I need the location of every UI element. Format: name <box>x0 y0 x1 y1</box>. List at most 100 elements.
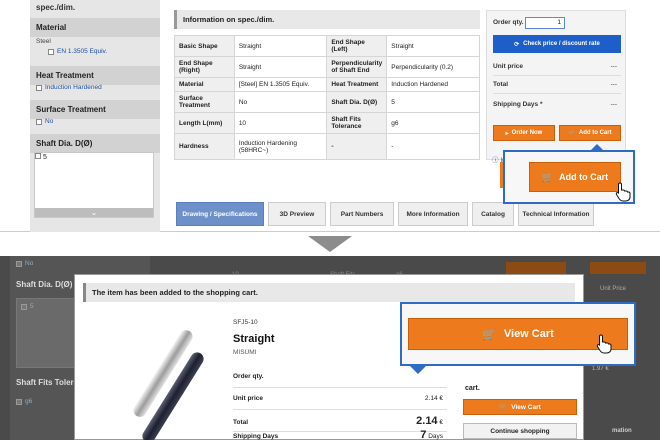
order-now-label: Order Now <box>511 130 543 136</box>
dimmed-option-label: g6 <box>25 398 33 405</box>
tab-more-information[interactable]: More Information <box>398 202 468 226</box>
filter-option-heat[interactable]: Induction Hardened <box>36 84 102 91</box>
shipping-days-value: 7 Days <box>420 429 443 440</box>
tab-part-numbers[interactable]: Part Numbers <box>330 202 394 226</box>
shipping-days-unit: Days <box>428 433 443 440</box>
dimmed-dia-title: Shaft Dia. D(Ø) <box>16 280 73 289</box>
shipping-days-number: 7 <box>420 429 427 440</box>
add-to-cart-button-enlarged[interactable]: 🛒 Add to Cart <box>529 162 621 192</box>
check-price-button[interactable]: ⟳ Check price / discount rate <box>493 35 621 53</box>
cart-icon: 🛒 <box>541 171 554 182</box>
product-brand: MISUMI <box>233 349 257 356</box>
spec-key: End Shape (Right) <box>174 56 235 78</box>
total-amount: 2.14 <box>416 415 438 427</box>
dimmed-option: No <box>16 260 33 267</box>
transition-arrow-icon <box>308 236 352 252</box>
order-box: Order qty. 1 ⟳ Check price / discount ra… <box>486 10 626 160</box>
filter-section-dia[interactable]: Shaft Dia. D(Ø) <box>30 134 160 153</box>
chevron-down-icon[interactable]: ⌄ <box>35 208 153 217</box>
tab-drawing[interactable]: Drawing / Specifications <box>176 202 264 226</box>
filter-section-surface[interactable]: Surface Treatment <box>30 100 160 119</box>
divider <box>233 387 447 388</box>
filter-section-material[interactable]: Material <box>30 18 160 37</box>
spec-row: End Shape (Right) Straight Perpendicularit… <box>174 56 480 78</box>
order-now-button[interactable]: ▸ Order Now <box>493 125 555 141</box>
zoom-callout-add-to-cart: 🛒 Add to Cart <box>503 144 635 204</box>
order-qty-input[interactable]: 1 <box>525 17 565 29</box>
dimmed-unit-price-header: Unit Price <box>600 286 627 292</box>
divider <box>233 409 447 410</box>
spec-row: Length L(mm) 10 Shaft Fits Tolerance g6 <box>174 112 480 134</box>
order-qty-label: Order qty. <box>493 19 524 26</box>
spec-table: Basic Shape Straight End Shape (Left) Strai… <box>174 35 480 160</box>
callout-pointer <box>589 144 605 152</box>
add-to-cart-button[interactable]: 🛒 Add to Cart <box>559 125 621 141</box>
spec-key: Perpendicularity of Shaft End <box>326 56 388 78</box>
unit-price-label: Unit price <box>233 395 263 402</box>
divider <box>493 93 621 94</box>
spec-value: Straight <box>233 56 328 78</box>
spec-value: Induction Hardened <box>386 77 480 92</box>
checkbox <box>21 303 27 310</box>
checkbox[interactable] <box>48 48 54 55</box>
shipping-days-label: Shipping Days <box>233 433 279 440</box>
dimmed-option-label: 5 <box>30 303 34 310</box>
shipping-label: Shipping Days * <box>493 101 543 108</box>
view-cart-button[interactable]: 🛒 View Cart <box>463 399 577 415</box>
dia-option-list: 5 ⌄ <box>34 152 154 218</box>
filter-option-dia[interactable]: 5 <box>35 153 153 161</box>
dimmed-price: 1.97 € <box>592 366 609 372</box>
spec-value: [Steel] EN 1.3505 Equiv. <box>233 77 328 92</box>
checkbox <box>16 398 22 405</box>
spec-key: End Shape (Left) <box>326 35 388 57</box>
continue-shopping-button[interactable]: Continue shopping <box>463 423 577 439</box>
spec-value: Induction Hardening (58HRC~) <box>233 133 328 160</box>
dimmed-button <box>506 262 566 274</box>
product-tabs: Drawing / Specifications 3D Preview Part… <box>176 202 594 226</box>
spec-key: Heat Treatment <box>326 77 388 92</box>
shipping-value: --- <box>610 101 618 108</box>
arrow-icon: ▸ <box>505 130 509 137</box>
spec-key: - <box>326 133 388 160</box>
hand-cursor-icon <box>596 334 612 354</box>
spec-value: g6 <box>386 112 480 134</box>
product-name: Straight <box>233 333 275 345</box>
option-label: No <box>45 118 54 125</box>
spec-row: Hardness Induction Hardening (58HRC~) - - <box>174 133 480 160</box>
dimmed-option: 5 <box>21 303 34 310</box>
option-label: EN 1.3505 Equiv. <box>57 48 108 55</box>
filter-option-material[interactable]: EN 1.3505 Equiv. <box>48 48 107 55</box>
dimmed-tab: mation <box>612 428 632 434</box>
product-image <box>105 321 225 440</box>
spec-info-title: Information on spec./dim. <box>174 10 480 29</box>
spec-key: Shaft Fits Tolerance <box>326 112 388 134</box>
info-icon: ⓘ <box>492 157 499 164</box>
product-page-panel: spec./dim. Material Steel EN 1.3505 Equi… <box>0 0 660 232</box>
unit-price-value: 2.14 € <box>424 395 443 402</box>
product-code: SFJ5-10 <box>233 319 258 326</box>
refresh-icon: ⟳ <box>514 41 520 48</box>
sidebar-header: spec./dim. <box>36 3 76 12</box>
spec-key: Length L(mm) <box>174 112 235 134</box>
total-label: Total <box>493 81 509 88</box>
spec-value: No <box>233 91 328 113</box>
checkbox[interactable] <box>36 84 42 91</box>
filter-section-heat[interactable]: Heat Treatment <box>30 66 160 85</box>
tab-technical-information[interactable]: Technical Information <box>518 202 594 226</box>
dimmed-option-label: No <box>25 260 34 267</box>
checkbox[interactable] <box>36 118 42 125</box>
option-label: Induction Hardened <box>45 84 102 91</box>
filter-option-surface[interactable]: No <box>36 118 53 125</box>
checkbox[interactable] <box>35 153 41 159</box>
dimmed-button <box>590 262 646 274</box>
view-cart-label: View Cart <box>503 328 554 340</box>
spec-info-section: Information on spec./dim. Basic Shape Str… <box>174 10 480 160</box>
view-cart-button-enlarged[interactable]: 🛒 View Cart <box>408 318 628 350</box>
tab-3d-preview[interactable]: 3D Preview <box>268 202 326 226</box>
add-to-cart-label: Add to Cart <box>559 172 609 182</box>
spec-value: Straight <box>386 35 480 57</box>
modal-title: The item has been added to the shopping … <box>83 283 575 302</box>
spec-value: Straight <box>233 35 328 57</box>
tab-catalog[interactable]: Catalog <box>472 202 514 226</box>
option-label: 5 <box>42 154 47 161</box>
